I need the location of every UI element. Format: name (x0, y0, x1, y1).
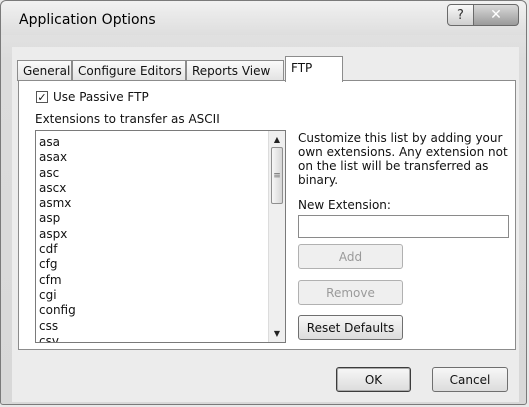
extensions-listbox[interactable]: asa asax asc ascx asmx asp aspx cdf cfg … (35, 130, 286, 343)
remove-button-label: Remove (326, 285, 375, 300)
list-item[interactable]: cgi (39, 288, 76, 303)
question-mark-icon: ? (457, 7, 464, 23)
list-item[interactable]: cdf (39, 242, 76, 257)
arrow-down-icon: ▼ (273, 329, 281, 338)
scroll-thumb[interactable]: ≡ (271, 147, 283, 204)
title-bar[interactable]: Application Options ? ✕ (1, 1, 526, 35)
use-passive-ftp-checkbox[interactable]: ✓ Use Passive FTP (36, 90, 149, 104)
checkmark-icon: ✓ (37, 90, 47, 104)
list-item[interactable]: asc (39, 166, 76, 181)
checkbox-box[interactable]: ✓ (36, 91, 48, 103)
cancel-button-label: Cancel (449, 372, 491, 387)
tab-reports-view-label: Reports View (192, 64, 271, 78)
list-item[interactable]: cfg (39, 257, 76, 272)
grip-icon: ≡ (273, 170, 281, 181)
list-item[interactable]: css (39, 319, 76, 334)
ok-button-label: OK (364, 372, 383, 387)
list-item[interactable]: aspx (39, 227, 76, 242)
close-icon: ✕ (490, 7, 502, 23)
tab-ftp-label: FTP (291, 61, 313, 75)
list-item[interactable]: asmx (39, 196, 76, 211)
use-passive-ftp-label: Use Passive FTP (53, 90, 149, 104)
arrow-up-icon: ▲ (273, 135, 281, 144)
new-extension-label: New Extension: (298, 198, 391, 212)
customize-description: Customize this list by adding your own e… (298, 131, 508, 187)
tab-configure-editors-label: Configure Editors (78, 64, 182, 78)
tab-ftp[interactable]: FTP (285, 56, 343, 82)
extensions-list-label: Extensions to transfer as ASCII (35, 112, 220, 126)
cancel-button[interactable]: Cancel (432, 367, 508, 392)
reset-defaults-label: Reset Defaults (306, 320, 395, 335)
scroll-up-button[interactable]: ▲ (269, 132, 285, 147)
help-button[interactable]: ? (447, 4, 474, 26)
list-item[interactable]: csv (39, 334, 76, 342)
new-extension-input[interactable] (298, 215, 509, 238)
add-button-label: Add (338, 249, 363, 264)
vertical-scrollbar[interactable]: ▲ ≡ ▼ (268, 131, 285, 342)
tab-general-label: General (23, 64, 71, 78)
ok-button[interactable]: OK (336, 367, 411, 392)
extensions-list: asa asax asc ascx asmx asp aspx cdf cfg … (39, 135, 76, 342)
dialog-title: Application Options (19, 12, 156, 28)
list-item[interactable]: config (39, 303, 76, 318)
list-item[interactable]: asa (39, 135, 76, 150)
list-item[interactable]: ascx (39, 181, 76, 196)
scroll-down-button[interactable]: ▼ (269, 326, 285, 341)
tab-general[interactable]: General (17, 60, 72, 81)
tab-configure-editors[interactable]: Configure Editors (72, 60, 186, 81)
close-button[interactable]: ✕ (473, 4, 519, 26)
list-item[interactable]: asp (39, 211, 76, 226)
reset-defaults-button[interactable]: Reset Defaults (298, 315, 403, 340)
list-item[interactable]: asax (39, 150, 76, 165)
add-button[interactable]: Add (298, 244, 403, 269)
list-item[interactable]: cfm (39, 273, 76, 288)
remove-button[interactable]: Remove (298, 280, 403, 305)
tab-reports-view[interactable]: Reports View (186, 60, 284, 81)
